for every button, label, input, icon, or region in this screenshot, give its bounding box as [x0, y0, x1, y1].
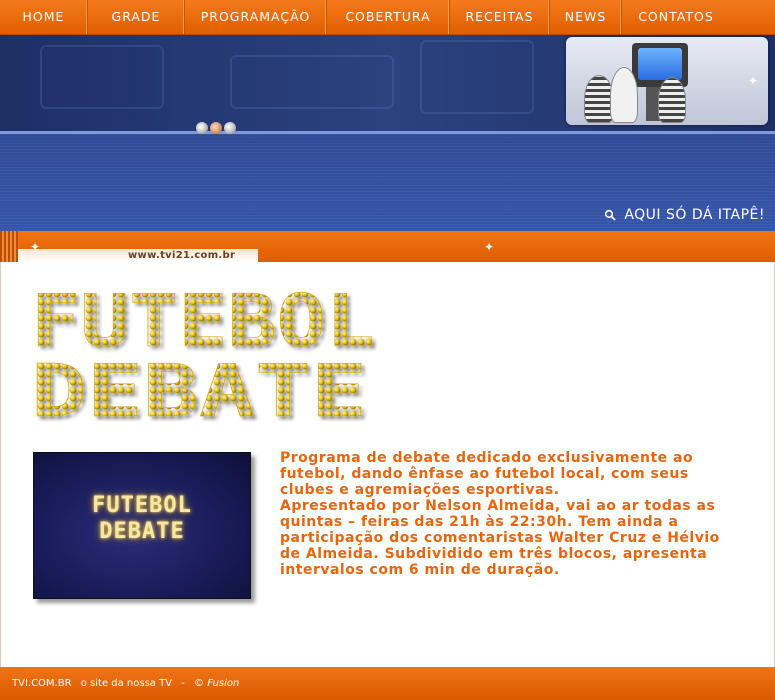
slide-dot[interactable] — [210, 122, 222, 134]
nav-cobertura[interactable]: COBERTURA — [327, 0, 450, 34]
slide-dot[interactable] — [196, 122, 208, 134]
slogan: AQUI SÓ DÁ ITAPÊ! — [604, 207, 765, 223]
header-banner: ✦ AQUI SÓ DÁ ITAPÊ! — [0, 35, 775, 231]
nav-news[interactable]: NEWS — [550, 0, 622, 34]
main-content: FUTEBOL DEBATE FUTEBOL DEBATE Programa d… — [0, 262, 775, 667]
thumbnail-title-line-1: FUTEBOL — [92, 493, 192, 518]
program-thumbnail: FUTEBOL DEBATE — [33, 452, 251, 599]
banner-decoration — [40, 45, 164, 109]
footer-text: TVI.COM.BR o site da nossa TV - © Fusion — [12, 678, 245, 689]
footer-site[interactable]: TVI.COM.BR — [12, 678, 72, 689]
sparkle-icon: ✦ — [30, 240, 41, 254]
footer-separator: - — [181, 678, 185, 689]
top-nav: HOME GRADE PROGRAMAÇÃO COBERTURA RECEITA… — [0, 0, 775, 35]
slogan-text: AQUI SÓ DÁ ITAPÊ! — [624, 207, 765, 223]
nav-grade[interactable]: GRADE — [88, 0, 185, 34]
thumbnail-title: FUTEBOL DEBATE — [34, 493, 250, 545]
program-description: Programa de debate dedicado exclusivamen… — [280, 450, 745, 578]
footer-credit[interactable]: © Fusion — [194, 678, 239, 689]
nav-programacao[interactable]: PROGRAMAÇÃO — [185, 0, 327, 34]
nav-home[interactable]: HOME — [0, 0, 88, 34]
slide-dot[interactable] — [224, 122, 236, 134]
nav-contatos[interactable]: CONTATOS — [622, 0, 730, 34]
slide-dots — [196, 122, 236, 134]
logo-line-2: DEBATE — [31, 349, 367, 422]
banner-decoration — [420, 40, 534, 114]
kid-figure — [610, 67, 638, 123]
sparkle-icon: ✦ — [748, 74, 759, 88]
banner-decoration — [230, 55, 394, 109]
footer-tagline: o site da nossa TV — [80, 678, 173, 689]
strip-tab — [0, 231, 18, 262]
site-url[interactable]: www.tvi21.com.br — [128, 250, 235, 261]
footer: TVI.COM.BR o site da nossa TV - © Fusion — [0, 667, 775, 700]
description-paragraph-2: Apresentado por Nelson Almeida, vai ao a… — [280, 498, 720, 578]
sparkle-icon: ✦ — [484, 240, 495, 254]
thumbnail-title-line-2: DEBATE — [99, 519, 185, 544]
program-logo: FUTEBOL DEBATE — [31, 282, 376, 422]
url-strip: ✦ ✦ www.tvi21.com.br — [0, 231, 775, 262]
search-icon[interactable] — [604, 209, 616, 221]
nav-receitas[interactable]: RECEITAS — [450, 0, 550, 34]
description-paragraph-1: Programa de debate dedicado exclusivamen… — [280, 450, 694, 498]
kids-watching-tv-photo — [566, 37, 768, 125]
kid-figure — [658, 77, 686, 123]
